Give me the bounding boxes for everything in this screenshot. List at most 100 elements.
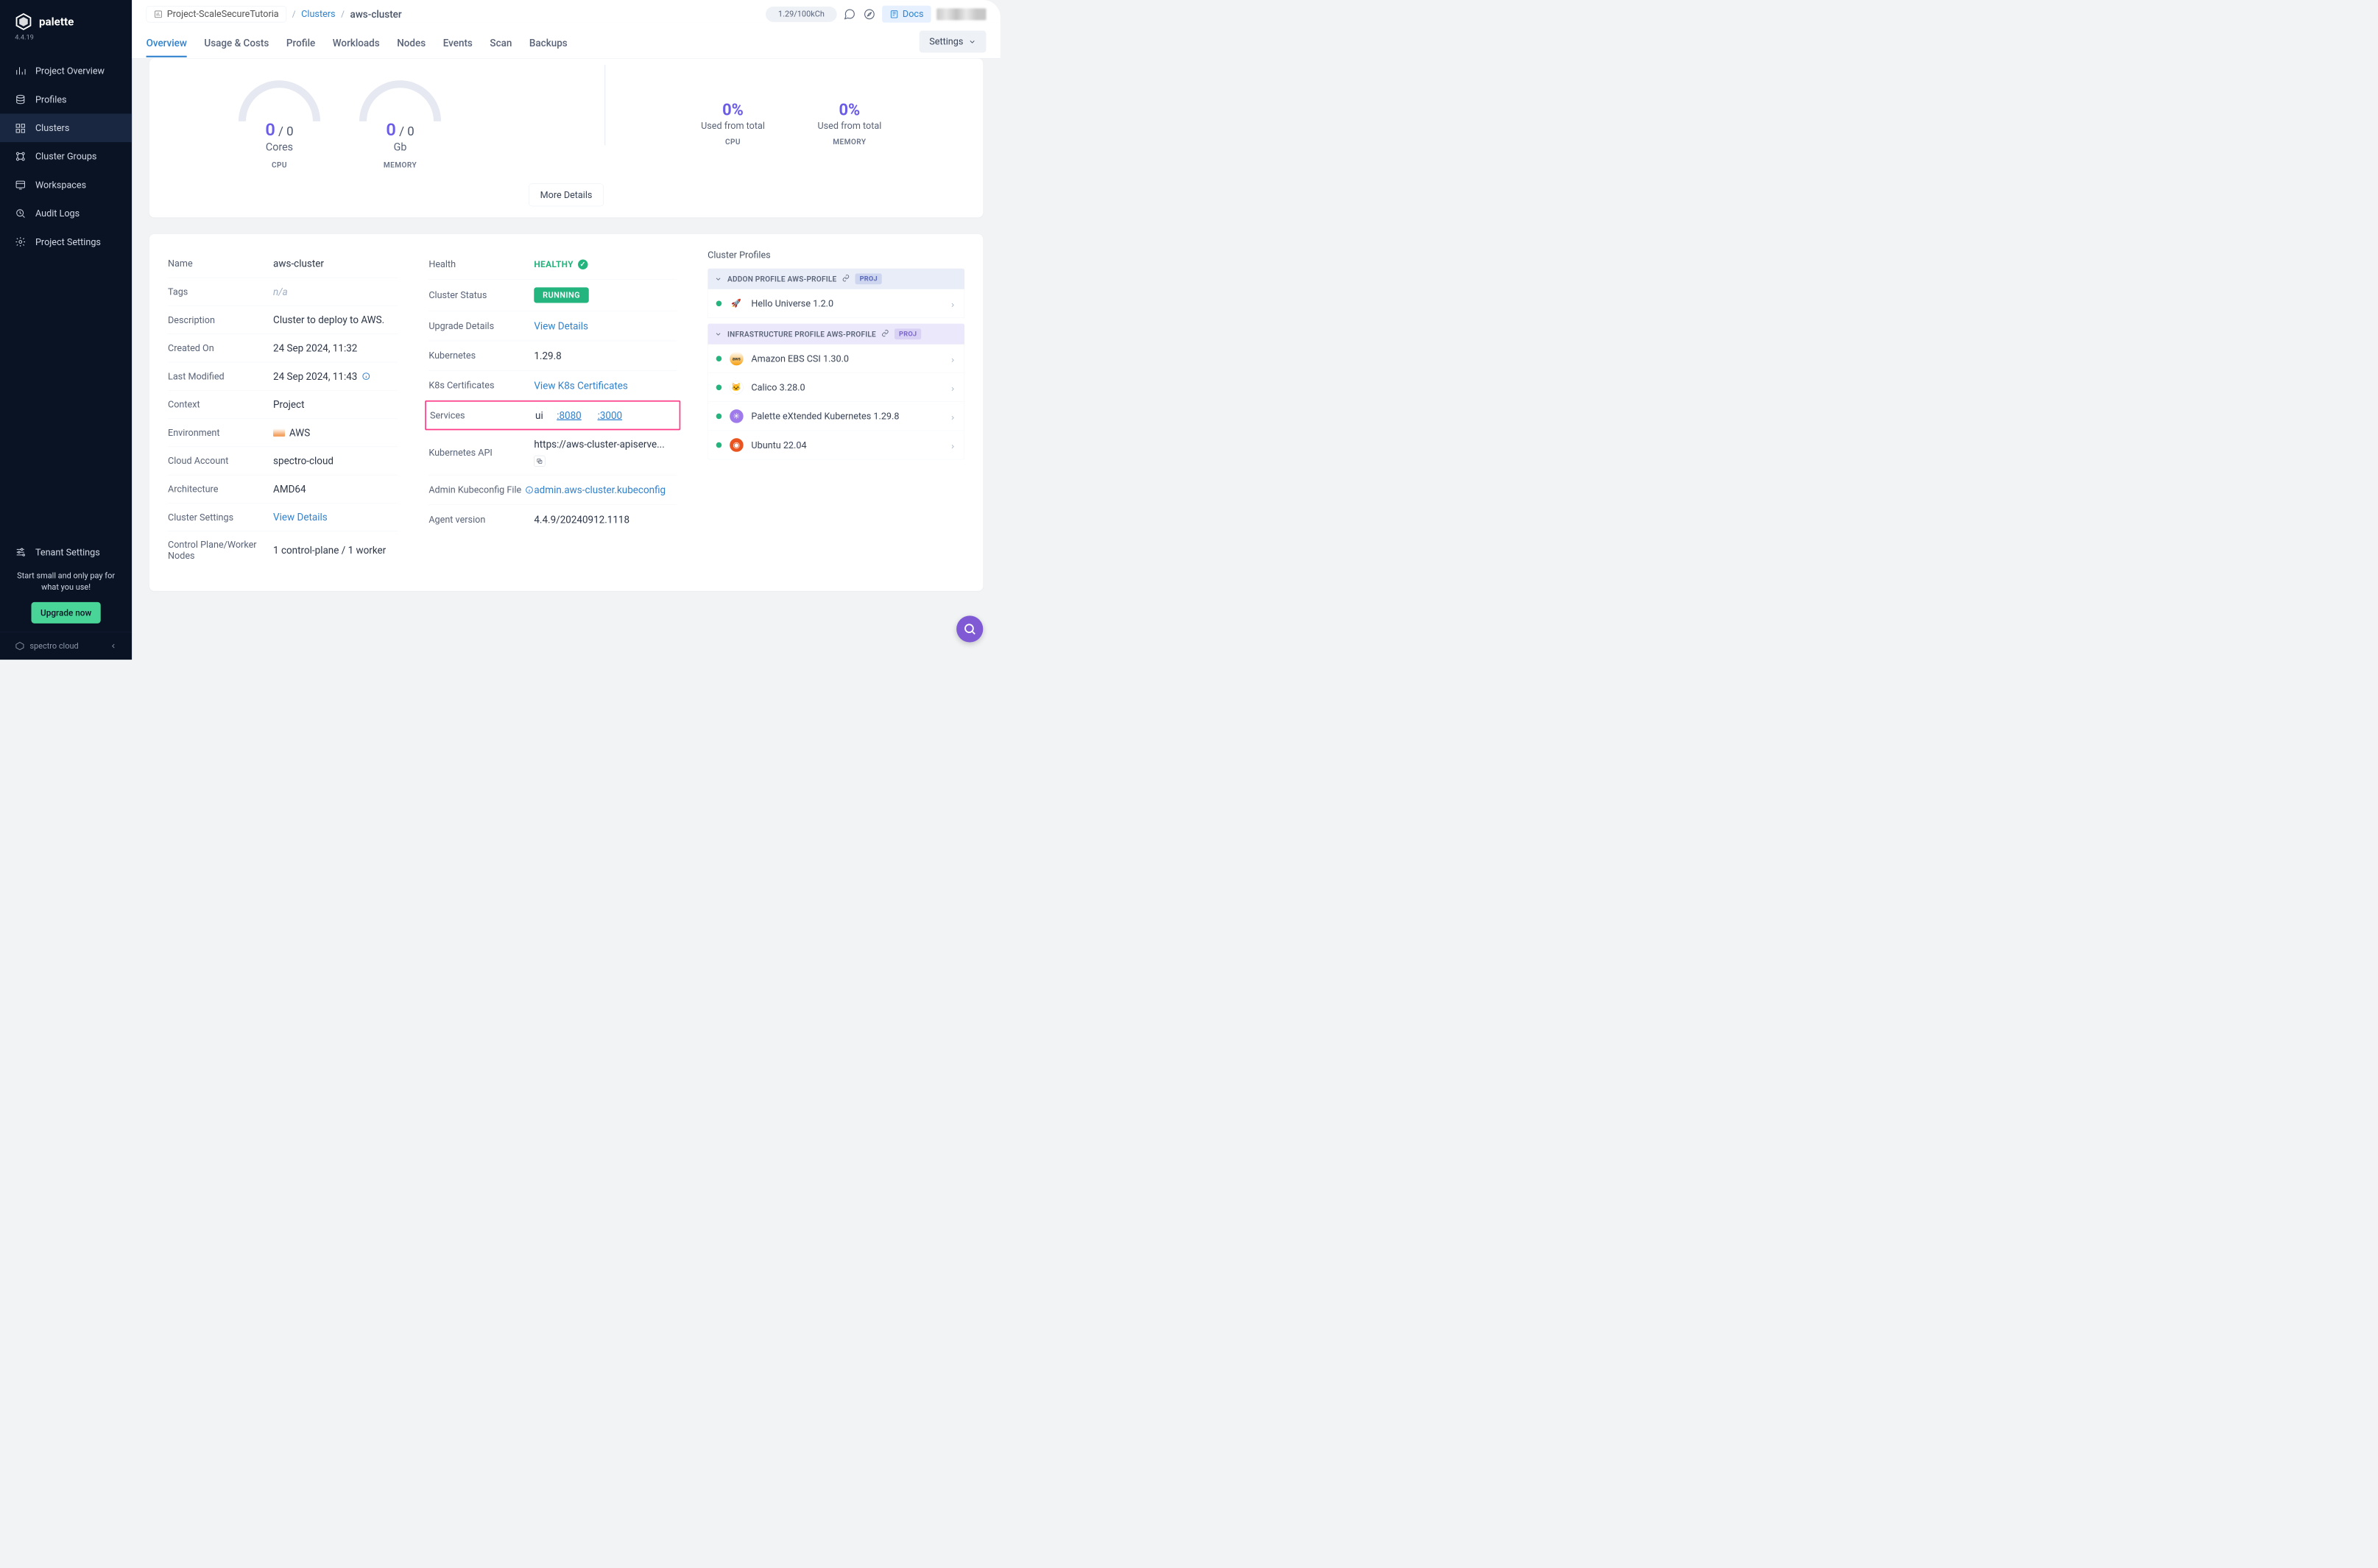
footer-brand: spectro cloud [29,641,78,651]
agent-key: Agent version [428,515,534,526]
upgrade-button[interactable]: Upgrade now [31,602,100,624]
chevron-right-icon [949,384,956,391]
copy-api-button[interactable] [534,456,545,467]
env-value: AWS [273,427,398,439]
promo-text: Start small and only pay for what you us… [0,567,132,601]
mem-unit: Gb [353,141,446,153]
more-details-button[interactable]: More Details [529,183,604,206]
tab-profile[interactable]: Profile [286,32,315,57]
brand-logo: palette [0,0,132,33]
cpu-pct-value: 0% [701,100,765,119]
check-icon: ✓ [578,259,588,269]
tab-workloads[interactable]: Workloads [333,32,380,57]
tab-scan[interactable]: Scan [490,32,512,57]
status-dot-icon [716,300,721,306]
tab-backups[interactable]: Backups [529,32,568,57]
project-selector[interactable]: Project-ScaleSecureTutoria [147,6,287,22]
cluster-settings-key: Cluster Settings [168,512,273,523]
mem-pct-value: 0% [817,100,881,119]
link-icon [842,275,850,284]
api-value: https://aws-cluster-apiserve... [534,438,677,467]
user-menu[interactable] [936,8,986,20]
service-port-8080[interactable]: :8080 [557,409,582,421]
settings-dropdown[interactable]: Settings [920,31,987,53]
profile-item-hello-universe[interactable]: 🚀Hello Universe 1.2.0 [708,289,964,318]
status-dot-icon [716,414,721,420]
docs-button[interactable]: Docs [882,6,931,23]
name-value: aws-cluster [273,258,398,269]
upgrade-key: Upgrade Details [428,320,534,331]
aws-icon: aws [730,352,744,366]
sidebar-item-label: Audit Logs [35,208,80,219]
proj-badge: PROJ [895,328,921,339]
service-name: ui [535,409,543,421]
arch-value: AMD64 [273,483,398,495]
tab-overview[interactable]: Overview [147,32,187,57]
status-badge: RUNNING [534,287,588,303]
memory-gauge: 0 / 0 Gb MEMORY [353,74,446,170]
breadcrumb-current: aws-cluster [350,8,402,20]
infra-profile-header[interactable]: INFRASTRUCTURE PROFILE AWS-PROFILE PROJ [708,324,964,345]
profile-item-ebs-csi[interactable]: awsAmazon EBS CSI 1.30.0 [708,345,964,373]
sidebar-item-audit-logs[interactable]: Audit Logs [0,199,132,228]
arch-key: Architecture [168,484,273,495]
cluster-profiles-title: Cluster Profiles [708,250,964,261]
status-dot-icon [716,385,721,391]
compass-icon[interactable] [862,7,876,21]
proj-badge: PROJ [855,273,882,284]
tab-events[interactable]: Events [443,32,473,57]
env-key: Environment [168,427,273,438]
context-value: Project [273,398,398,410]
breadcrumb-sep: / [292,9,296,19]
certs-link[interactable]: View K8s Certificates [534,380,628,392]
collapse-sidebar-icon[interactable] [110,643,117,650]
upgrade-details-link[interactable]: View Details [534,320,588,332]
sidebar: palette 4.4.19 Project Overview Profiles… [0,0,132,660]
sidebar-item-clusters[interactable]: Clusters [0,113,132,142]
help-fab[interactable] [956,615,983,642]
sidebar-item-label: Project Settings [35,236,101,247]
topbar: Project-ScaleSecureTutoria / Clusters / … [132,0,1001,23]
status-dot-icon [716,442,721,448]
service-port-3000[interactable]: :3000 [598,409,623,421]
chat-icon[interactable] [842,7,856,21]
sidebar-item-cluster-groups[interactable]: Cluster Groups [0,142,132,171]
breadcrumb-parent[interactable]: Clusters [301,9,335,20]
services-key: Services [430,410,535,421]
info-icon[interactable] [361,372,370,381]
tags-value: n/a [273,286,398,297]
sidebar-item-workspaces[interactable]: Workspaces [0,171,132,199]
cpu-label: CPU [233,160,325,169]
profile-item-calico[interactable]: 🐱Calico 3.28.0 [708,373,964,402]
gear-icon [15,236,26,247]
services-row-highlighted: Servicesui :8080 :3000 [425,400,680,430]
acct-value: spectro-cloud [273,455,398,467]
palette-logo-icon [14,13,32,31]
desc-value: Cluster to deploy to AWS. [273,314,398,326]
tab-usage-costs[interactable]: Usage & Costs [204,32,269,57]
sidebar-item-project-settings[interactable]: Project Settings [0,227,132,256]
kubernetes-icon: ✳ [730,409,744,423]
workspace-icon [15,180,26,191]
info-icon[interactable] [525,485,534,494]
chevron-right-icon [949,442,956,448]
sidebar-item-project-overview[interactable]: Project Overview [0,57,132,85]
profile-item-ubuntu[interactable]: ◉Ubuntu 22.04 [708,431,964,459]
brand-name: palette [39,15,74,29]
kubeconfig-link[interactable]: admin.aws-cluster.kubeconfig [534,484,666,495]
mem-label: MEMORY [353,160,446,169]
name-key: Name [168,258,273,269]
tags-key: Tags [168,286,273,297]
agent-value: 4.4.9/20240912.1118 [534,514,677,526]
cpu-gauge: 0 / 0 Cores CPU [233,74,325,170]
sidebar-item-profiles[interactable]: Profiles [0,85,132,114]
tab-nodes[interactable]: Nodes [397,32,426,57]
docs-label: Docs [903,9,924,20]
version-label: 4.4.19 [0,33,132,57]
network-icon [15,151,26,162]
cluster-settings-link[interactable]: View Details [273,512,328,523]
kubeconfig-key: Admin Kubeconfig File [428,484,534,495]
sidebar-item-tenant-settings[interactable]: Tenant Settings [0,538,132,567]
profile-item-pxk[interactable]: ✳Palette eXtended Kubernetes 1.29.8 [708,402,964,431]
addon-profile-header[interactable]: ADDON PROFILE AWS-PROFILE PROJ [708,269,964,289]
